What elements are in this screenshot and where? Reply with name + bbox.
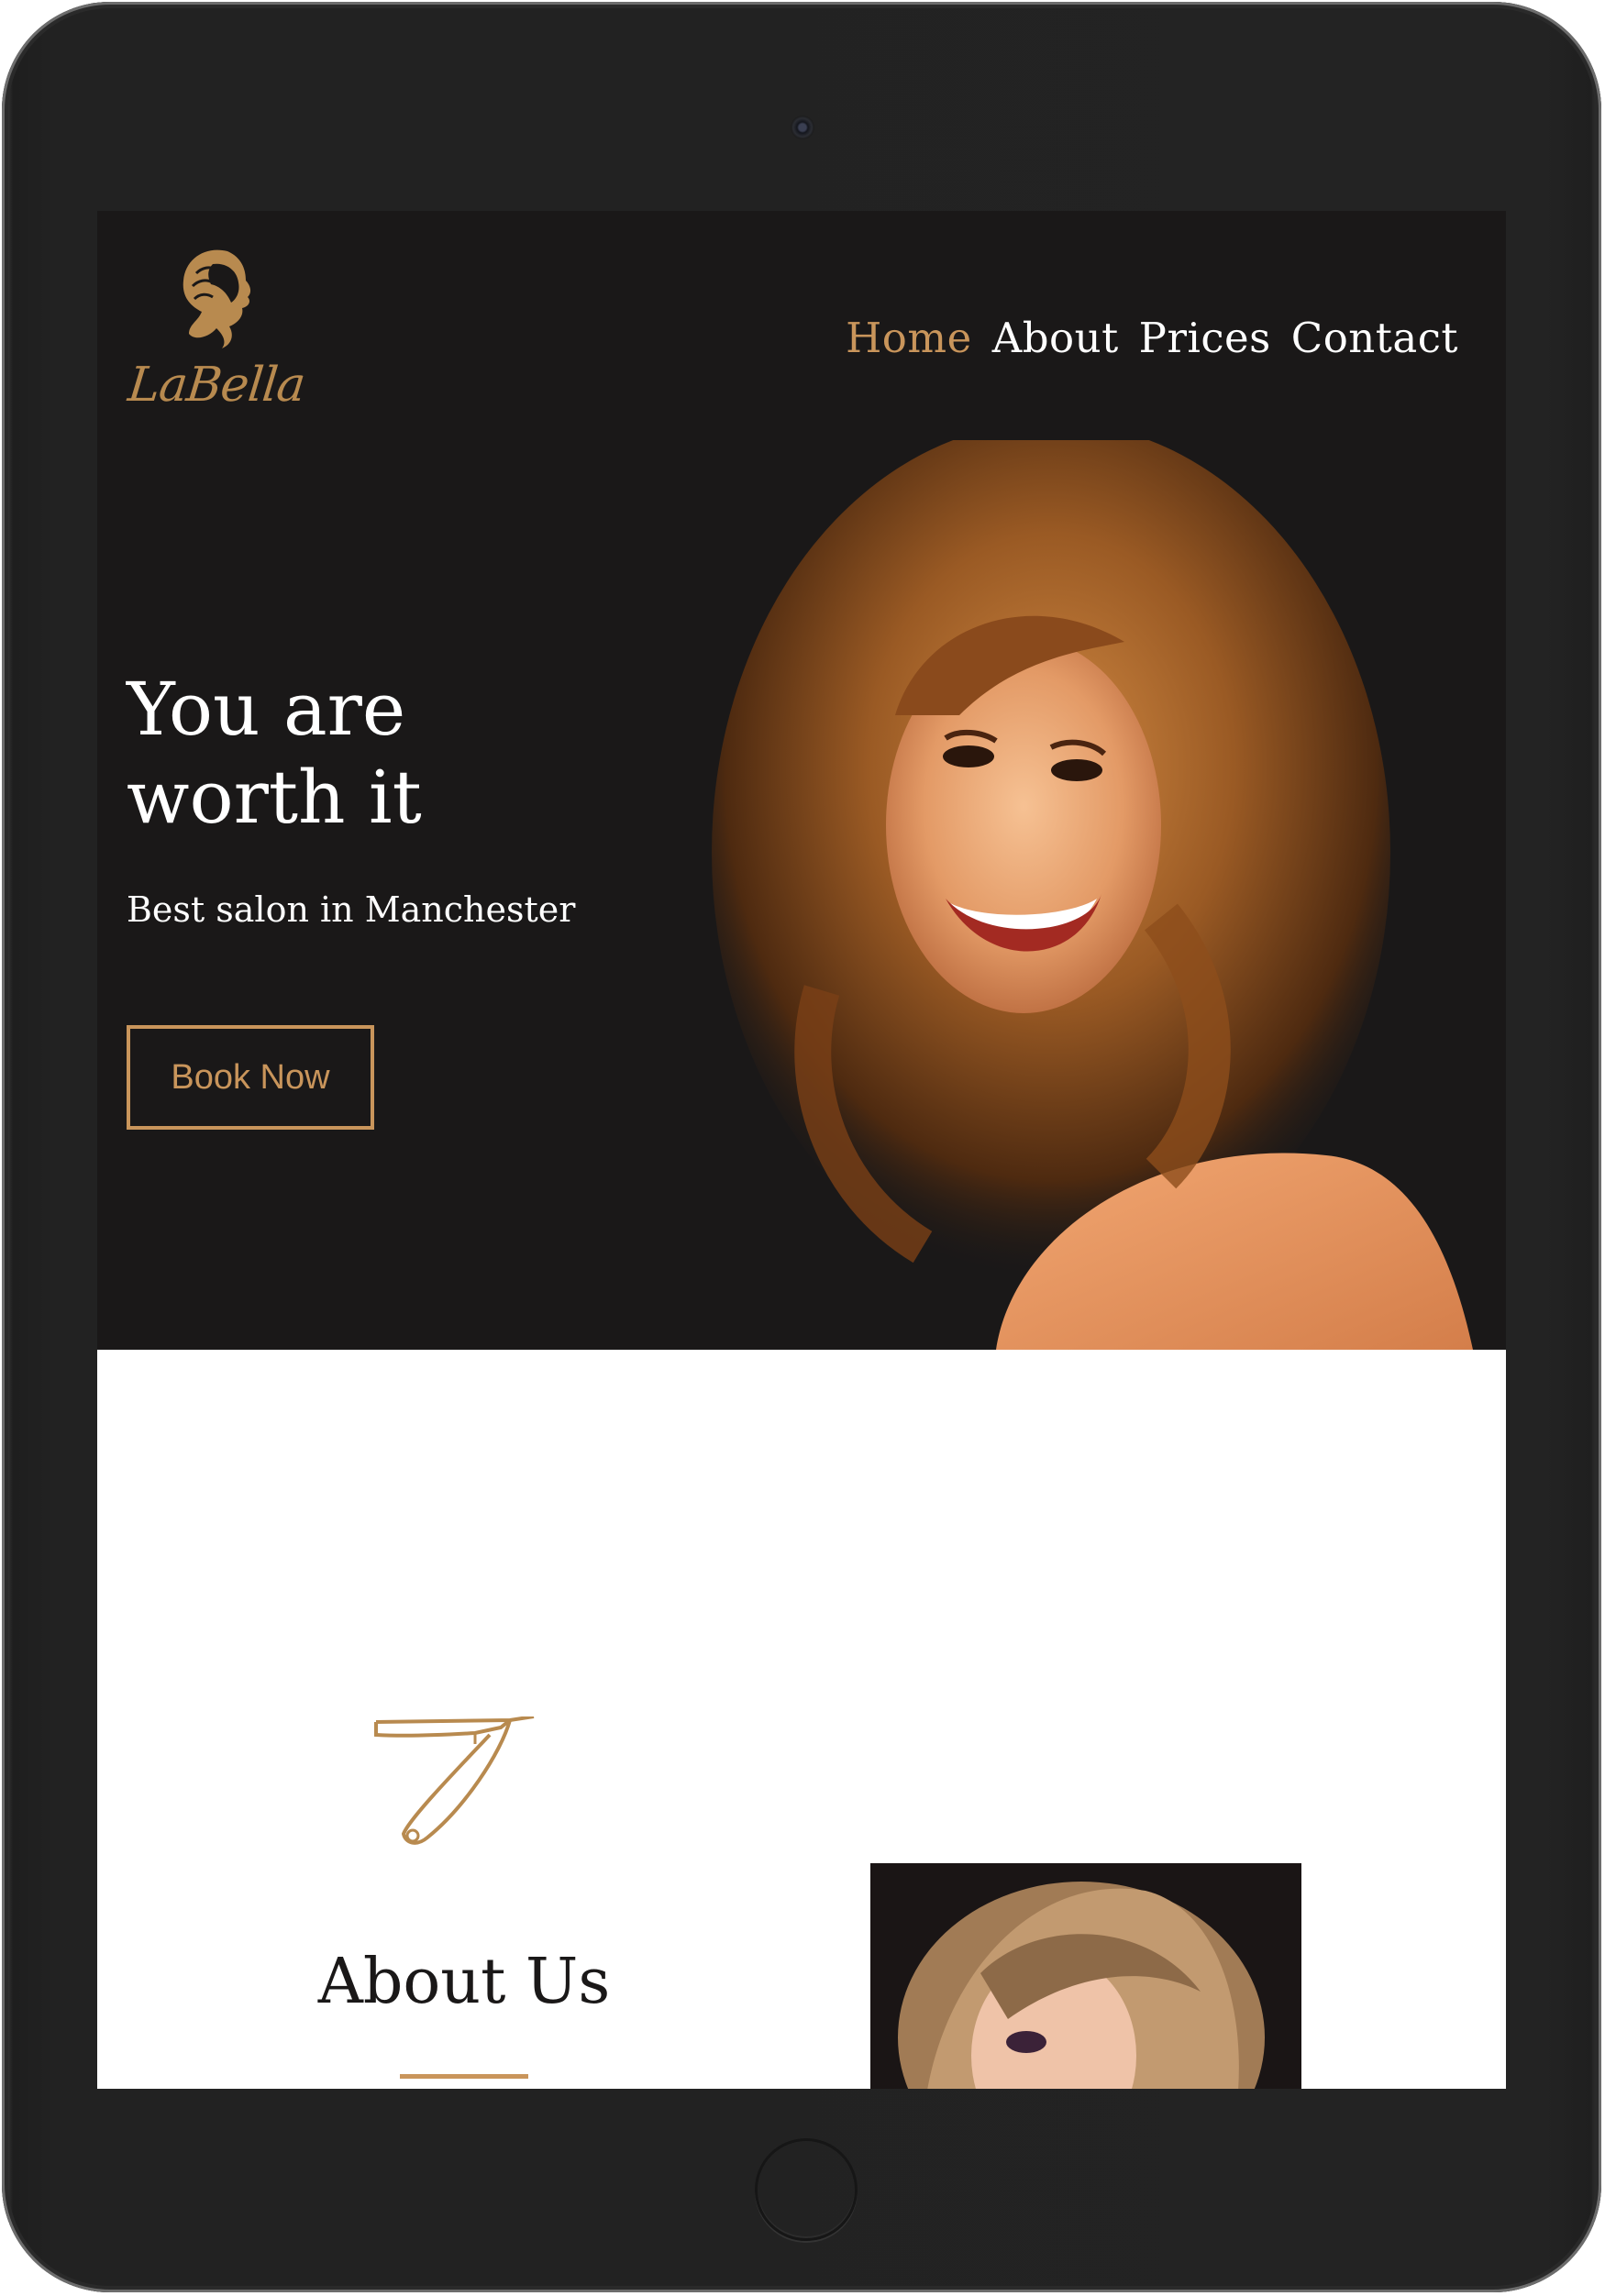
nav-contact[interactable]: Contact (1291, 314, 1458, 362)
book-now-button[interactable]: Book Now (127, 1025, 374, 1130)
home-button[interactable] (755, 2138, 858, 2241)
logo[interactable]: LaBella (125, 246, 308, 420)
brand-name: LaBella (125, 358, 308, 413)
hero-section: LaBella Home About Prices Contact You ar… (97, 211, 1506, 1350)
about-title-underline (400, 2074, 528, 2079)
about-title: About Us (317, 1946, 611, 2018)
nav-prices[interactable]: Prices (1139, 314, 1271, 362)
woman-profile-logo-icon (183, 249, 251, 348)
straight-razor-icon (374, 1716, 535, 1845)
nav-about[interactable]: About (992, 314, 1119, 362)
hero-subtitle: Best salon in Manchester (127, 889, 576, 930)
hero-title: You are worth it (127, 667, 422, 840)
about-section: About Us (97, 1350, 1506, 2089)
front-camera (791, 116, 814, 139)
main-nav: Home About Prices Contact (846, 314, 1458, 362)
tablet-frame: LaBella Home About Prices Contact You ar… (2, 2, 1601, 2292)
nav-home[interactable]: Home (846, 314, 972, 362)
about-photo (870, 1863, 1301, 2089)
screen: LaBella Home About Prices Contact You ar… (97, 211, 1506, 2089)
hero-portrait-image (712, 440, 1473, 1350)
